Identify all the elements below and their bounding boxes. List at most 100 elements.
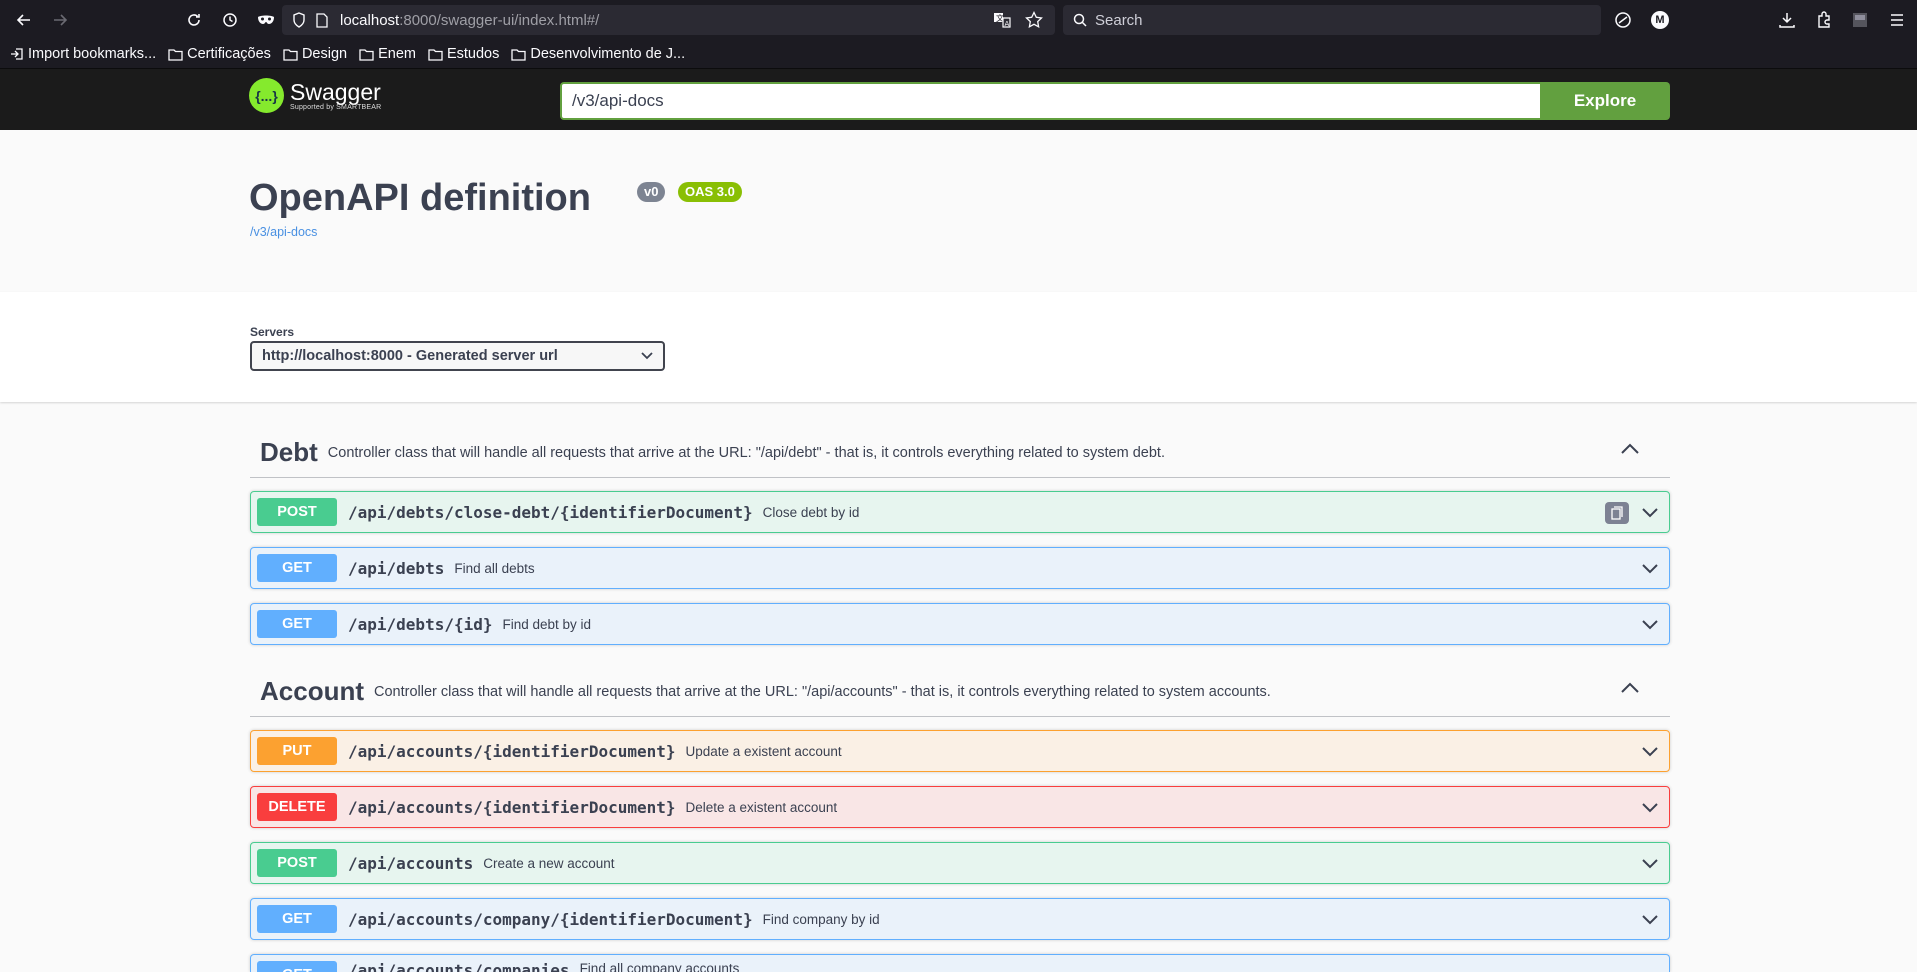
method-badge: POST — [257, 498, 337, 526]
tag-name: Account — [260, 676, 364, 706]
profile-avatar[interactable]: M — [1651, 11, 1669, 29]
forward-button[interactable] — [42, 4, 78, 36]
tag-debt[interactable]: Debt Controller class that will handle a… — [250, 428, 1670, 478]
method-badge: POST — [257, 849, 337, 877]
oas-badge: OAS 3.0 — [678, 182, 742, 202]
arrow-left-icon — [16, 14, 30, 26]
search-bar[interactable]: Search — [1063, 5, 1601, 35]
operation-row[interactable]: GET /api/accounts/companies Find all com… — [250, 954, 1670, 972]
reload-button[interactable] — [176, 4, 212, 36]
method-badge: GET — [257, 610, 337, 638]
operation-path: /api/accounts — [348, 853, 474, 873]
swagger-logo[interactable]: {...} Swagger Supported by SMARTBEAR — [249, 78, 381, 113]
shield-icon — [293, 12, 305, 28]
bookmark-folder-desenvolvimento[interactable]: Desenvolvimento de J... — [511, 46, 685, 62]
menu-icon[interactable] — [1888, 11, 1906, 29]
bookmark-import[interactable]: Import bookmarks... — [10, 46, 156, 62]
extension-item-icon[interactable] — [1851, 11, 1869, 29]
swagger-logo-sub: Supported by SMARTBEAR — [290, 104, 382, 111]
chevron-down-icon[interactable] — [1641, 855, 1659, 873]
download-icon[interactable] — [1778, 11, 1796, 29]
method-badge: PUT — [257, 737, 337, 765]
operation-path: /api/accounts/companies — [348, 961, 570, 972]
swagger-logo-name: Swagger — [290, 79, 381, 105]
method-badge: GET — [257, 905, 337, 933]
bookmark-label: Design — [301, 46, 348, 62]
info-section: OpenAPI definition v0 OAS 3.0 /v3/api-do… — [0, 130, 1917, 292]
chevron-down-icon[interactable] — [1641, 799, 1659, 817]
bookmark-folder-certificacoes[interactable]: Certificações — [168, 46, 271, 62]
method-badge: GET — [257, 961, 337, 972]
search-placeholder: Search — [1095, 11, 1143, 29]
operation-row[interactable]: PUT /api/accounts/{identifierDocument} U… — [250, 730, 1670, 772]
bookmark-label: Certificações — [187, 46, 271, 62]
servers-label: Servers — [250, 325, 295, 339]
explore-button[interactable]: Explore — [1540, 82, 1670, 120]
url-path: :8000/swagger-ui/index.html#/ — [399, 11, 600, 29]
history-button[interactable] — [212, 4, 248, 36]
operation-row[interactable]: POST /api/accounts Create a new account — [250, 842, 1670, 884]
operation-summary: Find all company accounts — [579, 961, 740, 972]
bookmark-folder-estudos[interactable]: Estudos — [428, 46, 499, 62]
operation-summary: Close debt by id — [762, 504, 860, 520]
page-icon — [316, 12, 328, 28]
operation-path: /api/accounts/{identifierDocument} — [348, 797, 676, 817]
svg-text:A: A — [1005, 20, 1010, 28]
bookmark-star-icon[interactable] — [1025, 11, 1043, 29]
bookmark-label: Import bookmarks... — [28, 46, 157, 62]
vpn-icon[interactable] — [1614, 11, 1632, 29]
tag-description: Controller class that will handle all re… — [374, 683, 1271, 700]
url-bar[interactable]: localhost:8000/swagger-ui/index.html#/ 文… — [282, 5, 1055, 35]
translate-icon[interactable]: 文A — [993, 11, 1011, 29]
operation-path: /api/accounts/{identifierDocument} — [348, 741, 676, 761]
folder-icon — [168, 48, 183, 61]
import-icon — [11, 48, 23, 60]
chevron-down-icon[interactable] — [1641, 504, 1659, 522]
mask-icon — [258, 15, 274, 24]
operation-row[interactable]: GET /api/debts Find all debts — [250, 547, 1670, 589]
servers-selected-value: http://localhost:8000 - Generated server… — [262, 348, 558, 364]
copy-icon[interactable] — [1605, 502, 1629, 524]
operation-summary: Find all debts — [454, 560, 535, 576]
operation-path: /api/accounts/company/{identifierDocumen… — [348, 909, 753, 929]
chevron-up-icon[interactable] — [1620, 682, 1640, 694]
operation-summary: Find debt by id — [502, 616, 592, 632]
operation-summary: Create a new account — [483, 855, 615, 871]
url-host: localhost — [340, 11, 400, 29]
spec-link[interactable]: /v3/api-docs — [250, 225, 317, 239]
folder-icon — [359, 48, 374, 61]
operation-row[interactable]: DELETE /api/accounts/{identifierDocument… — [250, 786, 1670, 828]
chevron-down-icon[interactable] — [1641, 616, 1659, 634]
tag-name: Debt — [260, 437, 318, 467]
tag-account[interactable]: Account Controller class that will handl… — [250, 667, 1670, 717]
operation-row[interactable]: GET /api/debts/{id} Find debt by id — [250, 603, 1670, 645]
chevron-down-icon[interactable] — [1641, 911, 1659, 929]
operation-summary: Find company by id — [762, 911, 880, 927]
bookmark-folder-enem[interactable]: Enem — [359, 46, 416, 62]
operation-path: /api/debts/{id} — [348, 614, 493, 634]
browser-toolbar: localhost:8000/swagger-ui/index.html#/ 文… — [0, 0, 1917, 40]
swagger-topbar: {...} Swagger Supported by SMARTBEAR Exp… — [0, 69, 1917, 130]
swagger-logo-icon: {...} — [249, 78, 284, 113]
servers-select[interactable]: http://localhost:8000 - Generated server… — [250, 341, 665, 371]
tag-description: Controller class that will handle all re… — [327, 444, 1165, 461]
extensions-icon[interactable] — [1815, 11, 1833, 29]
clock-icon — [223, 13, 237, 27]
private-mode-button[interactable] — [248, 4, 284, 36]
operation-row[interactable]: GET /api/accounts/company/{identifierDoc… — [250, 898, 1670, 940]
folder-icon — [283, 48, 298, 61]
chevron-down-icon[interactable] — [1641, 560, 1659, 578]
chevron-down-icon[interactable] — [1641, 743, 1659, 761]
operation-row[interactable]: POST /api/debts/close-debt/{identifierDo… — [250, 491, 1670, 533]
chevron-up-icon[interactable] — [1620, 443, 1640, 455]
bookmark-label: Estudos — [446, 46, 500, 62]
search-icon — [1073, 13, 1087, 27]
spec-url-input[interactable] — [560, 82, 1540, 120]
operation-path: /api/debts — [348, 558, 445, 578]
method-badge: GET — [257, 554, 337, 582]
bookmark-folder-design[interactable]: Design — [283, 46, 347, 62]
bookmark-label: Enem — [378, 46, 416, 62]
folder-icon — [428, 48, 443, 61]
back-button[interactable] — [6, 4, 42, 36]
version-badge: v0 — [637, 182, 666, 202]
